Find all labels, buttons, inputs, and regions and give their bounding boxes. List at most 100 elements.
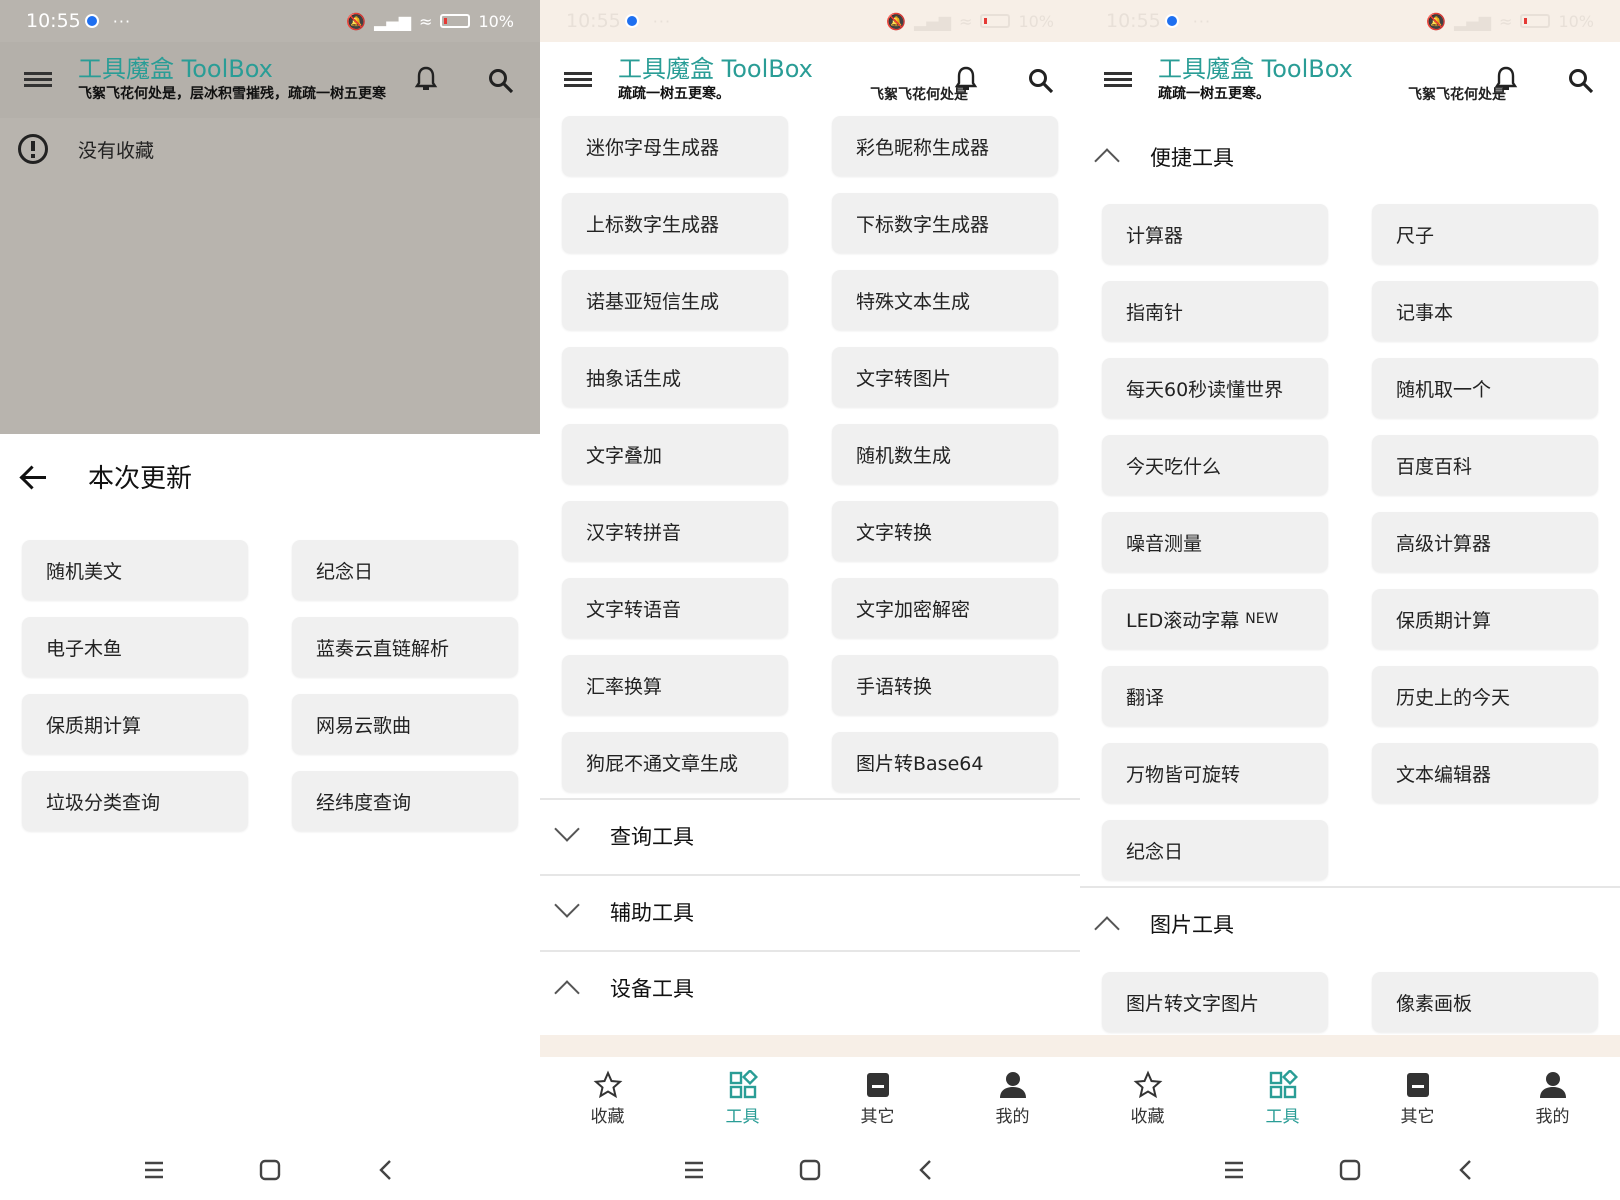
home-icon[interactable] (797, 1157, 823, 1183)
tool-button[interactable]: 文字转换 (832, 501, 1058, 561)
nav-profile[interactable]: 我的 (1485, 1057, 1620, 1140)
top-app-bar: 工具魔盒 ToolBox 飞絮飞花何处是，层冰积雪摧残，疏疏一树五更寒 (0, 42, 540, 118)
recent-apps-icon[interactable] (141, 1157, 167, 1183)
section-image-tools[interactable]: 图片工具 (1080, 886, 1620, 960)
tool-button[interactable]: 文字转图片 (832, 347, 1058, 407)
tool-button[interactable]: 保质期计算 (1372, 589, 1598, 649)
nav-label: 我的 (995, 1107, 1030, 1127)
divider-strip (1080, 1035, 1620, 1057)
tool-button[interactable]: 图片转Base64 (832, 732, 1058, 792)
update-item[interactable]: 网易云歌曲 (292, 694, 518, 754)
section-quick-tools[interactable]: 便捷工具 (1080, 120, 1620, 194)
update-item[interactable]: 纪念日 (292, 540, 518, 600)
nav-favorites[interactable]: 收藏 (1080, 1057, 1215, 1140)
nav-label: 我的 (1535, 1107, 1570, 1127)
new-badge: NEW (1245, 611, 1279, 627)
nav-other[interactable]: 其它 (1350, 1057, 1485, 1140)
person-icon (999, 1072, 1026, 1098)
update-item[interactable]: 经纬度查询 (292, 771, 518, 831)
tool-button[interactable]: 诺基亚短信生成 (562, 270, 788, 330)
update-item[interactable]: 蓝奏云直链解析 (292, 617, 518, 677)
tool-button[interactable]: 抽象话生成 (562, 347, 788, 407)
nav-label: 工具 (725, 1107, 760, 1127)
empty-favorites-label: 没有收藏 (78, 139, 155, 162)
menu-icon[interactable] (564, 70, 594, 90)
app-title: 工具魔盒 ToolBox (618, 55, 813, 83)
home-icon[interactable] (1337, 1157, 1363, 1183)
tool-button[interactable]: 记事本 (1372, 281, 1598, 341)
menu-icon[interactable] (1104, 70, 1134, 90)
box-icon (1406, 1073, 1429, 1097)
nav-label: 工具 (1265, 1107, 1300, 1127)
tool-button[interactable]: 历史上的今天 (1372, 666, 1598, 726)
update-item[interactable]: 垃圾分类查询 (22, 771, 248, 831)
recent-apps-icon[interactable] (681, 1157, 707, 1183)
tool-button[interactable]: 指南针 (1102, 281, 1328, 341)
tool-button[interactable]: 特殊文本生成 (832, 270, 1058, 330)
bell-icon[interactable] (414, 66, 438, 92)
back-icon[interactable] (913, 1157, 939, 1183)
tool-button[interactable]: 计算器 (1102, 204, 1328, 264)
nav-tools[interactable]: 工具 (675, 1057, 810, 1140)
system-nav-bar (540, 1140, 1080, 1200)
tool-button[interactable]: 汉字转拼音 (562, 501, 788, 561)
tool-button[interactable]: 文字转语音 (562, 578, 788, 638)
update-item[interactable]: 随机美文 (22, 540, 248, 600)
section-device-tools[interactable]: 设备工具 (540, 950, 1080, 1024)
back-icon[interactable] (373, 1157, 399, 1183)
nav-profile[interactable]: 我的 (945, 1057, 1080, 1140)
battery-level: 10% (1018, 11, 1054, 31)
battery-icon (980, 14, 1011, 28)
bottom-nav: 收藏 工具 其它 我的 (540, 1057, 1080, 1140)
tool-button-led[interactable]: LED滚动字幕 NEW (1102, 589, 1328, 649)
tool-button[interactable]: 随机数生成 (832, 424, 1058, 484)
bell-icon[interactable] (954, 66, 978, 92)
mute-icon: 🔕 (346, 11, 367, 31)
tool-button[interactable]: 手语转换 (832, 655, 1058, 715)
bell-icon[interactable] (1494, 66, 1518, 92)
back-arrow-icon[interactable] (20, 465, 50, 489)
tool-button[interactable]: 迷你字母生成器 (562, 116, 788, 176)
tool-button[interactable]: 彩色昵称生成器 (832, 116, 1058, 176)
nav-other[interactable]: 其它 (810, 1057, 945, 1140)
tool-button[interactable]: 汇率换算 (562, 655, 788, 715)
tool-button[interactable]: 高级计算器 (1372, 512, 1598, 572)
tool-button[interactable]: 每天60秒读懂世界 (1102, 358, 1328, 418)
system-nav-bar (1080, 1140, 1620, 1200)
section-query-tools[interactable]: 查询工具 (540, 798, 1080, 872)
update-item[interactable]: 电子木鱼 (22, 617, 248, 677)
nav-label: 收藏 (590, 1107, 625, 1127)
nav-favorites[interactable]: 收藏 (540, 1057, 675, 1140)
tool-button[interactable]: 噪音测量 (1102, 512, 1328, 572)
tool-button[interactable]: 上标数字生成器 (562, 193, 788, 253)
search-icon[interactable] (1028, 68, 1054, 94)
section-helper-tools[interactable]: 辅助工具 (540, 874, 1080, 948)
tool-button[interactable]: 万物皆可旋转 (1102, 743, 1328, 803)
tool-button[interactable]: 图片转文字图片 (1102, 972, 1328, 1032)
app-title: 工具魔盒 ToolBox (1158, 55, 1353, 83)
chevron-up-icon (1094, 148, 1120, 174)
tool-button[interactable]: 像素画板 (1372, 972, 1598, 1032)
tool-button[interactable]: 尺子 (1372, 204, 1598, 264)
nav-tools[interactable]: 工具 (1215, 1057, 1350, 1140)
tool-button[interactable]: 百度百科 (1372, 435, 1598, 495)
tool-button[interactable]: 文字叠加 (562, 424, 788, 484)
tool-button[interactable]: 文本编辑器 (1372, 743, 1598, 803)
search-icon[interactable] (1568, 68, 1594, 94)
recent-apps-icon[interactable] (1221, 1157, 1247, 1183)
tool-button[interactable]: 翻译 (1102, 666, 1328, 726)
tool-button[interactable]: 文字加密解密 (832, 578, 1058, 638)
home-icon[interactable] (257, 1157, 283, 1183)
battery-level: 10% (1558, 11, 1594, 31)
tool-button[interactable]: 狗屁不通文章生成 (562, 732, 788, 792)
menu-icon[interactable] (24, 70, 54, 90)
chevron-down-icon (554, 892, 580, 918)
tool-button[interactable]: 纪念日 (1102, 820, 1328, 880)
status-bar: 10:55 ··· 🔕 ▂▄▆ ≈ 10% (1080, 0, 1620, 42)
back-icon[interactable] (1453, 1157, 1479, 1183)
update-item[interactable]: 保质期计算 (22, 694, 248, 754)
tool-button[interactable]: 随机取一个 (1372, 358, 1598, 418)
tool-button[interactable]: 下标数字生成器 (832, 193, 1058, 253)
search-icon[interactable] (488, 68, 514, 94)
tool-button[interactable]: 今天吃什么 (1102, 435, 1328, 495)
